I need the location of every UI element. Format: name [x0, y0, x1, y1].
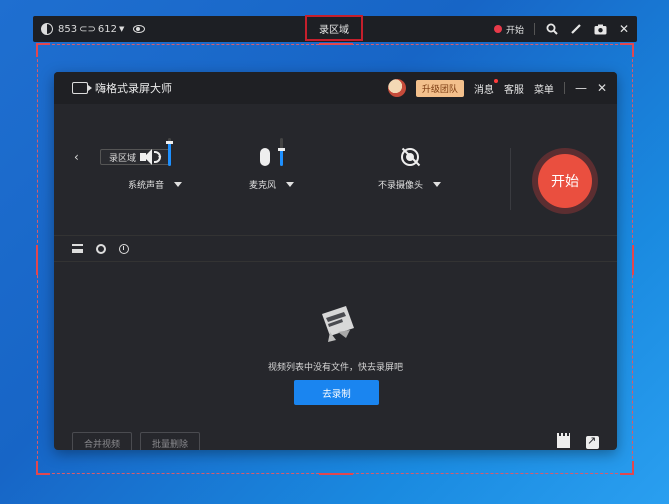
dropdown-triangle-icon: [433, 182, 442, 187]
system-audio-dropdown[interactable]: 系统声音: [128, 178, 183, 191]
camera-off-icon[interactable]: [400, 148, 419, 166]
close-button[interactable]: ✕: [597, 81, 607, 95]
camera-dropdown[interactable]: 不录摄像头: [378, 178, 442, 191]
app-titlebar: 嗨格式录屏大师 升级团队 消息 客服 菜单 — ✕: [54, 72, 617, 104]
speaker-icon[interactable]: [139, 148, 161, 166]
list-toolbar: [54, 236, 617, 262]
system-audio-slider-fill: [167, 142, 171, 166]
app-window: 嗨格式录屏大师 升级团队 消息 客服 菜单 — ✕ ‹ 录区域 ⌄ 系统声音 麦…: [54, 72, 617, 450]
height-value[interactable]: 612: [98, 24, 117, 35]
settings-divider: [510, 148, 511, 210]
minimize-button[interactable]: —: [575, 81, 587, 95]
resize-handle-left[interactable]: [36, 245, 38, 275]
gear-icon[interactable]: [95, 243, 106, 254]
titlebar-divider: [563, 82, 565, 94]
close-icon[interactable]: ✕: [617, 22, 631, 36]
system-audio-slider[interactable]: [165, 138, 173, 166]
messages-label: 消息: [473, 84, 494, 96]
camera-icon[interactable]: [593, 22, 607, 36]
empty-list-text: 视频列表中没有文件，快去录屏吧: [267, 363, 403, 373]
width-value[interactable]: 853: [58, 24, 77, 35]
microphone-control: 麦克风: [249, 138, 295, 191]
record-dot-icon: [493, 25, 502, 33]
dropdown-triangle-icon: [286, 182, 295, 187]
resize-handle-top[interactable]: [319, 43, 353, 45]
timer-icon[interactable]: [118, 243, 129, 254]
mascot-avatar[interactable]: [387, 79, 406, 97]
resize-handle-top-right[interactable]: [620, 43, 634, 57]
start-button-halo: 开始: [532, 148, 598, 214]
upgrade-team-button[interactable]: 升级团队: [415, 79, 464, 97]
resize-handle-bottom[interactable]: [319, 473, 353, 475]
camera-control: 不录摄像头: [378, 138, 442, 191]
pen-icon[interactable]: [569, 22, 583, 36]
microphone-slider-fill: [280, 149, 283, 166]
microphone-dropdown[interactable]: 麦克风: [249, 178, 295, 191]
notification-dot: [493, 78, 498, 83]
toolbar-divider: [534, 23, 535, 35]
region-mode-label[interactable]: 录区域: [305, 15, 363, 41]
camera-label: 不录摄像头: [378, 181, 424, 191]
batch-delete-button[interactable]: 批量删除: [140, 432, 200, 450]
system-audio-control: 系统声音: [128, 138, 183, 191]
contrast-icon[interactable]: [41, 23, 53, 35]
capture-toolbar: 853 ⊂⊃ 612 ▼ 录区域 开始 ✕: [33, 15, 637, 42]
microphone-slider-knob[interactable]: [278, 147, 285, 151]
list-icon[interactable]: [72, 243, 83, 254]
bulk-actions: 合并视频 批量删除: [72, 432, 200, 450]
clapperboard-icon[interactable]: [557, 433, 570, 448]
go-record-button[interactable]: 去录制: [294, 380, 379, 405]
record-settings-panel: ‹ 录区域 ⌄ 系统声音 麦克风 不录摄像头 开始: [54, 104, 617, 236]
app-name: 嗨格式录屏大师: [95, 82, 172, 95]
system-audio-slider-knob[interactable]: [165, 140, 173, 144]
back-arrow-icon[interactable]: ‹: [74, 150, 79, 164]
app-logo-icon: [72, 82, 92, 94]
link-icon[interactable]: ⊂⊃: [79, 24, 96, 35]
microphone-label: 麦克风: [249, 181, 277, 191]
toolbar-start-label: 开始: [505, 25, 524, 36]
merge-videos-button[interactable]: 合并视频: [72, 432, 132, 450]
system-audio-label: 系统声音: [128, 181, 165, 191]
video-list-empty-state: 视频列表中没有文件，快去录屏吧 去录制 合并视频 批量删除: [54, 262, 617, 450]
eye-icon[interactable]: [133, 25, 146, 33]
dropdown-triangle-icon: [174, 182, 183, 187]
empty-folder-illustration-icon: [322, 306, 354, 342]
magnifier-icon[interactable]: [545, 22, 559, 36]
bottom-right-tools: [557, 433, 599, 449]
microphone-slider[interactable]: [278, 138, 285, 166]
microphone-icon[interactable]: [260, 148, 270, 166]
messages-button[interactable]: 消息: [473, 78, 498, 96]
resize-handle-right[interactable]: [632, 245, 634, 275]
toolbar-right: 开始 ✕: [493, 16, 631, 42]
resize-handle-bottom-right[interactable]: [620, 461, 634, 475]
toolbar-left: 853 ⊂⊃ 612 ▼: [33, 23, 146, 35]
titlebar-actions: 升级团队 消息 客服 菜单 — ✕: [387, 72, 607, 104]
start-record-button[interactable]: 开始: [538, 154, 592, 208]
dimension-readout[interactable]: 853 ⊂⊃ 612 ▼: [58, 24, 124, 35]
resize-handle-bottom-left[interactable]: [36, 461, 50, 475]
chevron-down-icon[interactable]: ▼: [119, 25, 124, 33]
toolbar-start-button[interactable]: 开始: [493, 23, 524, 36]
share-icon[interactable]: [586, 434, 599, 449]
resize-handle-top-left[interactable]: [36, 43, 50, 57]
menu-button[interactable]: 菜单: [534, 81, 554, 96]
customer-service-button[interactable]: 客服: [504, 81, 524, 96]
